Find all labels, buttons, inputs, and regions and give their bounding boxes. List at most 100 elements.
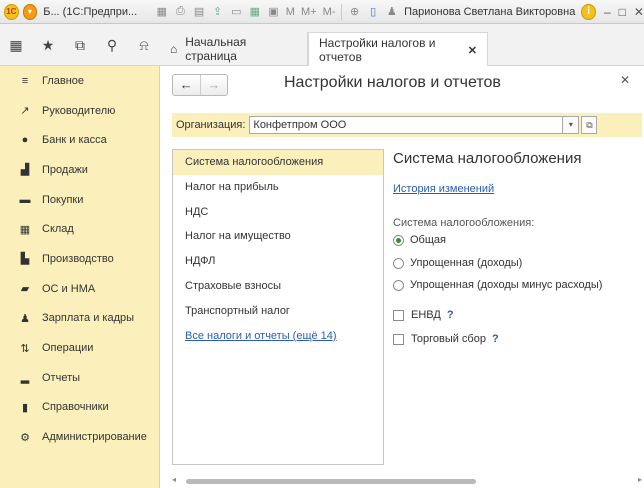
list-item-income-tax[interactable]: НДФЛ bbox=[173, 249, 383, 274]
sidebar-item-purchases[interactable]: ▬ Покупки bbox=[0, 185, 159, 215]
maximize-icon[interactable]: □ bbox=[619, 5, 626, 19]
horizontal-scrollbar[interactable]: ◂ ▸ bbox=[172, 475, 642, 486]
search-icon[interactable]: ⚲ bbox=[96, 37, 128, 54]
scrollbar-thumb[interactable] bbox=[186, 479, 476, 484]
sidebar-item-fixed-assets[interactable]: ▰ ОС и НМА bbox=[0, 274, 159, 304]
person-icon: ♟ bbox=[20, 312, 30, 325]
sidebar-item-label: Производство bbox=[42, 252, 114, 265]
list-item-tax-system[interactable]: Система налогообложения bbox=[173, 150, 383, 175]
section-toolbar: ▦ ★ ⧉ ⚲ ⍾ ⌂ Начальная страница Настройки… bbox=[0, 24, 644, 67]
checkbox[interactable] bbox=[393, 309, 404, 321]
warehouse-icon: ▦ bbox=[19, 223, 31, 236]
list-item-profit-tax[interactable]: Налог на прибыль bbox=[173, 175, 383, 200]
checkbox-label: ЕНВД bbox=[411, 309, 441, 321]
save-icon[interactable]: ▦ bbox=[156, 5, 169, 19]
minimize-icon[interactable]: – bbox=[604, 5, 611, 19]
radio-simplified-income-expenses[interactable]: Упрощенная (доходы минус расходы) bbox=[393, 279, 602, 291]
checkbox[interactable] bbox=[393, 333, 404, 345]
list-item-vat[interactable]: НДС bbox=[173, 200, 383, 225]
history-link[interactable]: История изменений bbox=[393, 183, 494, 195]
apps-grid-icon[interactable]: ▦ bbox=[0, 37, 32, 54]
all-taxes-link[interactable]: Все налоги и отчеты (ещё 14) bbox=[173, 324, 383, 349]
tax-system-label: Система налогообложения: bbox=[393, 217, 535, 229]
favorites-star-icon[interactable]: ★ bbox=[32, 37, 64, 54]
tab-home-label: Начальная страница bbox=[185, 35, 247, 63]
radio-button-checked[interactable] bbox=[393, 234, 404, 246]
sidebar-item-catalogs[interactable]: ▮ Справочники bbox=[0, 393, 159, 423]
memory-button[interactable]: M bbox=[286, 6, 295, 18]
sidebar-item-admin[interactable]: ⚙ Администрирование bbox=[0, 422, 159, 452]
gear-icon: ⚙ bbox=[20, 431, 30, 444]
scroll-left-icon[interactable]: ◂ bbox=[172, 475, 176, 484]
notifications-bell-icon[interactable]: ⍾ bbox=[128, 37, 160, 54]
tab-close-icon[interactable]: ✕ bbox=[468, 44, 477, 57]
sidebar-item-bank[interactable]: ● Банк и касса bbox=[0, 125, 159, 155]
sidebar-item-main[interactable]: ≡ Главное bbox=[0, 66, 159, 96]
document-icon[interactable]: ▭ bbox=[230, 5, 243, 19]
organization-field[interactable]: Конфетпром ООО bbox=[249, 116, 564, 134]
dropdown-arrow-icon[interactable]: ▾ bbox=[563, 116, 580, 134]
print-icon[interactable]: ⎙ bbox=[174, 5, 187, 19]
sidebar-item-manager[interactable]: ↗ Руководителю bbox=[0, 96, 159, 126]
sidebar-item-label: Зарплата и кадры bbox=[42, 312, 135, 325]
radio-label: Упрощенная (доходы) bbox=[410, 257, 523, 269]
radio-button[interactable] bbox=[393, 257, 404, 269]
open-form-icon[interactable]: ⧉ bbox=[581, 116, 598, 134]
quick-access-bar: ▦ ★ ⧉ ⚲ ⍾ bbox=[0, 24, 160, 66]
scroll-right-icon[interactable]: ▸ bbox=[638, 475, 642, 484]
page-title: Настройки налогов и отчетов bbox=[284, 74, 501, 91]
sidebar-item-label: Продажи bbox=[42, 163, 88, 176]
close-window-icon[interactable]: ✕ bbox=[634, 5, 644, 19]
sidebar-item-reports[interactable]: ▂ Отчеты bbox=[0, 363, 159, 393]
factory-icon: ▙ bbox=[20, 253, 30, 266]
book-icon: ▮ bbox=[21, 401, 29, 414]
back-arrow-icon[interactable]: ← bbox=[173, 75, 200, 95]
sidebar-item-label: Администрирование bbox=[42, 431, 147, 444]
radio-label: Общая bbox=[410, 234, 446, 246]
sidebar-item-sales[interactable]: ▟ Продажи bbox=[0, 155, 159, 185]
sidebar-item-label: Банк и касса bbox=[42, 134, 107, 147]
help-icon[interactable]: ? bbox=[447, 309, 454, 321]
upload-icon[interactable]: ⇪ bbox=[211, 5, 224, 19]
memory-minus-button[interactable]: M- bbox=[323, 6, 336, 18]
user-icon: ♟ bbox=[386, 6, 397, 18]
sidebar-item-production[interactable]: ▙ Производство bbox=[0, 244, 159, 274]
bar-chart-icon: ▂ bbox=[20, 372, 30, 385]
info-icon[interactable]: i bbox=[581, 3, 596, 20]
sidebar-item-salary[interactable]: ♟ Зарплата и кадры bbox=[0, 304, 159, 334]
operations-icon: ⇅ bbox=[20, 342, 30, 355]
list-item-property-tax[interactable]: Налог на имущество bbox=[173, 224, 383, 249]
home-icon: ⌂ bbox=[170, 42, 178, 56]
sidebar-item-warehouse[interactable]: ▦ Склад bbox=[0, 214, 159, 244]
sections-sidebar: ≡ Главное ↗ Руководителю ● Банк и касса ▟ Пр… bbox=[0, 66, 160, 488]
history-icon[interactable]: ⧉ bbox=[64, 37, 96, 54]
trend-chart-icon: ↗ bbox=[20, 105, 30, 118]
zoom-icon[interactable]: ⊕ bbox=[348, 5, 361, 19]
tab-home[interactable]: ⌂ Начальная страница bbox=[160, 32, 308, 66]
radio-general[interactable]: Общая bbox=[393, 234, 446, 246]
checkbox-envd[interactable]: ЕНВД ? bbox=[393, 309, 454, 321]
tab-tax-settings[interactable]: Настройки налогов и отчетов ✕ bbox=[308, 32, 488, 67]
radio-button[interactable] bbox=[393, 279, 404, 291]
help-icon[interactable]: ? bbox=[492, 333, 499, 345]
calendar-icon[interactable]: ▣ bbox=[267, 5, 280, 19]
forward-arrow-icon[interactable]: → bbox=[199, 75, 228, 95]
radio-simplified-income[interactable]: Упрощенная (доходы) bbox=[393, 257, 522, 269]
sidebar-item-operations[interactable]: ⇅ Операции bbox=[0, 333, 159, 363]
current-user[interactable]: Парионова Светлана Викторовна bbox=[404, 6, 575, 18]
radio-label: Упрощенная (доходы минус расходы) bbox=[410, 279, 603, 291]
spreadsheet-icon[interactable]: ▦ bbox=[249, 5, 262, 19]
list-item-insurance[interactable]: Страховые взносы bbox=[173, 274, 383, 299]
main-menu-button[interactable]: ▾ bbox=[22, 3, 38, 20]
panels-icon[interactable]: ▯ bbox=[367, 5, 380, 19]
title-bar: 1C ▾ Б... (1С:Предпри... ▦ ⎙ ▤ ⇪ ▭ ▦ ▣ M… bbox=[0, 0, 644, 24]
list-item-transport-tax[interactable]: Транспортный налог bbox=[173, 299, 383, 324]
tax-settings-form: ← → Настройки налогов и отчетов ✕ Органи… bbox=[160, 66, 644, 488]
cart-icon: ▬ bbox=[19, 193, 31, 206]
checkbox-trade-fee[interactable]: Торговый сбор ? bbox=[393, 333, 499, 345]
truck-icon: ▰ bbox=[20, 283, 30, 296]
tax-sections-list: Система налогообложения Налог на прибыль… bbox=[172, 149, 384, 465]
form-close-icon[interactable]: ✕ bbox=[620, 73, 630, 87]
memory-plus-button[interactable]: M+ bbox=[301, 6, 317, 18]
preview-icon[interactable]: ▤ bbox=[193, 5, 206, 19]
